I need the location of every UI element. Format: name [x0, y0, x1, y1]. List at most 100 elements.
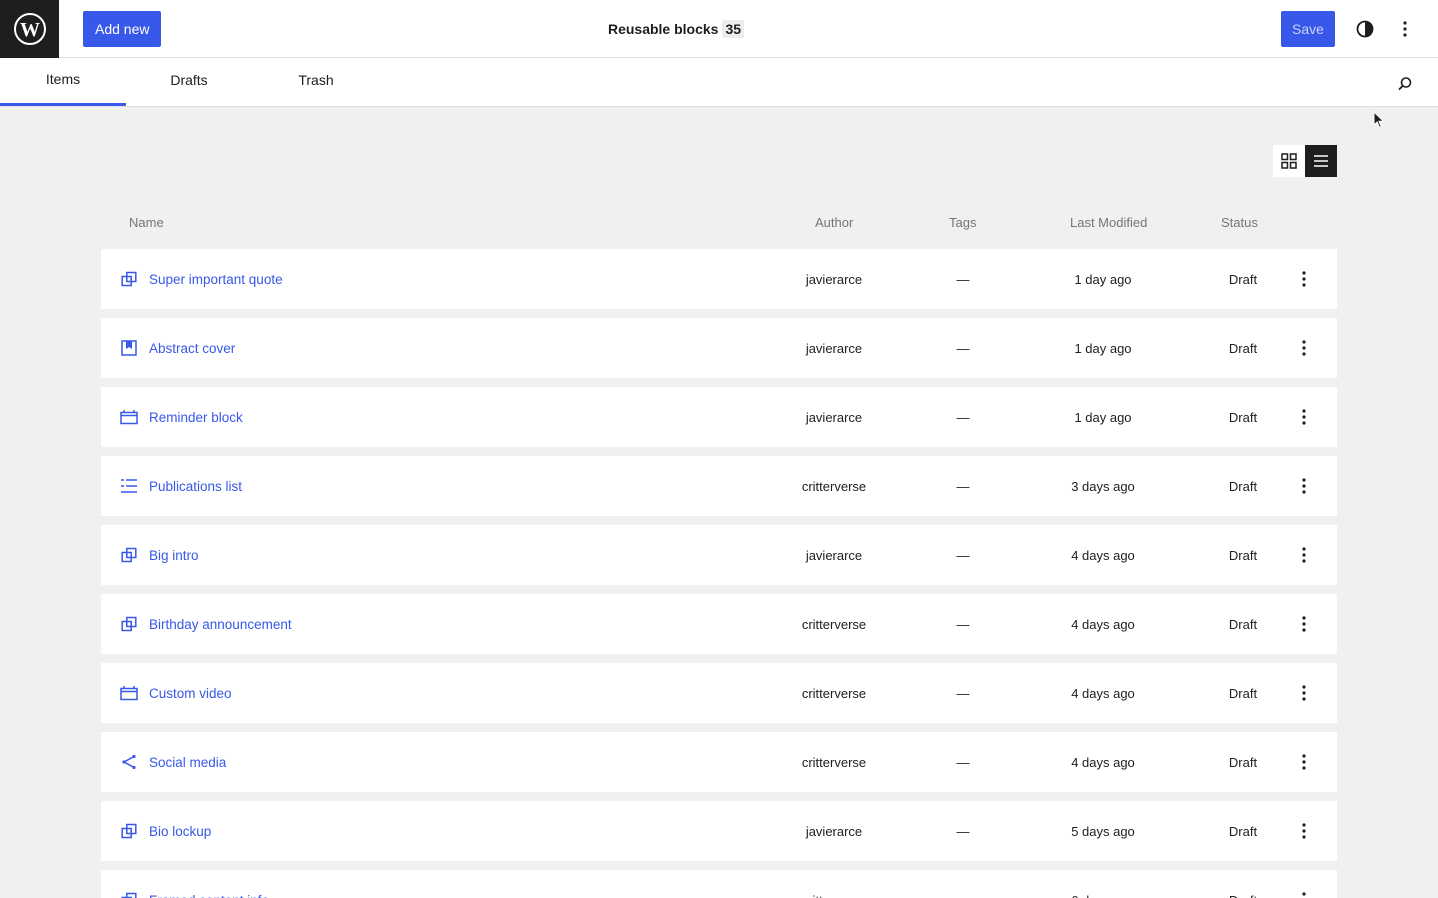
style-toggle-icon[interactable] — [1350, 11, 1380, 47]
page-title-text: Reusable blocks — [607, 21, 719, 37]
table-row[interactable]: Super important quote javierarce — 1 day ag… — [101, 249, 1337, 309]
row-actions-icon[interactable] — [1291, 387, 1317, 447]
tab-label: Items — [45, 70, 81, 87]
status-cell: Draft — [1228, 754, 1258, 770]
row-actions-icon[interactable] — [1291, 732, 1317, 792]
save-button[interactable]: Save — [1281, 11, 1335, 47]
last-modified-cell: 3 days ago — [1071, 478, 1135, 494]
last-modified-cell: 5 days ago — [1071, 823, 1135, 839]
duplicate-icon — [119, 801, 139, 861]
list-view-icon — [1314, 155, 1328, 167]
tags-cell: — — [956, 547, 970, 563]
last-modified-cell: 6 days ago — [1033, 870, 1173, 898]
pattern-name-link[interactable]: Super important quote — [149, 249, 283, 309]
mouse-cursor-icon — [1373, 111, 1385, 129]
tags-cell: — — [956, 340, 970, 356]
pattern-name-link[interactable]: Reminder block — [149, 387, 243, 447]
status-cell: Draft — [1228, 685, 1258, 701]
column-header-status[interactable]: Status — [1221, 215, 1258, 230]
list-view-button[interactable] — [1305, 145, 1337, 177]
duplicate-icon — [119, 870, 139, 898]
tab-trash[interactable]: Trash — [253, 58, 379, 106]
calendar-icon — [119, 663, 139, 723]
status-cell: Draft — [1228, 271, 1258, 287]
row-actions-icon[interactable] — [1291, 318, 1317, 378]
table-row[interactable]: Reminder block javierarce — 1 day ago Draft — [101, 387, 1337, 447]
calendar-icon — [119, 387, 139, 447]
row-actions-icon[interactable] — [1291, 525, 1317, 585]
tab-bar: Items Drafts Trash — [0, 58, 1438, 107]
table-row[interactable]: Framed content info critterverse— 6 days a… — [101, 870, 1337, 898]
author-cell: critterverse — [751, 870, 917, 898]
last-modified-cell: 4 days ago — [1071, 547, 1135, 563]
grid-view-button[interactable] — [1273, 145, 1305, 177]
duplicate-icon — [119, 594, 139, 654]
tags-cell: — — [913, 870, 1013, 898]
duplicate-icon — [119, 249, 139, 309]
pattern-name-link[interactable]: Publications list — [149, 456, 242, 516]
tags-cell: — — [956, 754, 970, 770]
row-actions-icon[interactable] — [1291, 801, 1317, 861]
table-row[interactable]: Birthday announcement critterverse — 4 days… — [101, 594, 1337, 654]
table-row[interactable]: Bio lockup javierarce — 5 days ago Draft — [101, 801, 1337, 861]
tags-cell: — — [956, 409, 970, 425]
row-actions-icon[interactable] — [1291, 249, 1317, 309]
list-icon — [119, 456, 139, 516]
more-options-icon[interactable] — [1390, 11, 1420, 47]
pattern-name-link[interactable]: Bio lockup — [149, 801, 211, 861]
count-badge: 35 — [722, 20, 745, 38]
pattern-name-link[interactable]: Abstract cover — [149, 318, 235, 378]
last-modified-cell: 4 days ago — [1071, 754, 1135, 770]
pattern-name-link[interactable]: Big intro — [149, 525, 199, 585]
tags-cell: — — [956, 823, 970, 839]
author-cell: critterverse — [801, 754, 867, 770]
author-cell: javierarce — [805, 409, 863, 425]
pattern-name-link[interactable]: Birthday announcement — [149, 594, 292, 654]
last-modified-cell: 1 day ago — [1074, 340, 1132, 356]
pattern-name-link[interactable]: Social media — [149, 732, 226, 792]
last-modified-cell: 4 days ago — [1071, 616, 1135, 632]
status-cell: Draft — [1228, 547, 1258, 563]
pattern-name-link[interactable]: Custom video — [149, 663, 232, 723]
row-actions-icon[interactable] — [1291, 663, 1317, 723]
tab-items[interactable]: Items — [0, 58, 126, 106]
column-header-name[interactable]: Name — [129, 215, 164, 230]
share-icon — [119, 732, 139, 792]
column-header-tags[interactable]: Tags — [949, 215, 976, 230]
last-modified-cell: 4 days ago — [1071, 685, 1135, 701]
table-row[interactable]: Abstract cover javierarce — 1 day ago Draft — [101, 318, 1337, 378]
author-cell: critterverse — [801, 685, 867, 701]
cover-icon — [119, 318, 139, 378]
status-cell: Draft — [1228, 616, 1258, 632]
author-cell: javierarce — [805, 340, 863, 356]
search-icon[interactable] — [1392, 71, 1418, 97]
table-row[interactable]: Custom video critterverse — 4 days ago Draft — [101, 663, 1337, 723]
tags-cell: — — [956, 478, 970, 494]
author-cell: javierarce — [805, 547, 863, 563]
duplicate-icon — [119, 525, 139, 585]
author-cell: javierarce — [805, 271, 863, 287]
row-actions-icon[interactable] — [1291, 456, 1317, 516]
status-cell: Draft — [1228, 478, 1258, 494]
tab-drafts[interactable]: Drafts — [126, 58, 252, 106]
row-actions-icon[interactable] — [1291, 870, 1317, 898]
status-cell: Draft — [1228, 823, 1258, 839]
tags-cell: — — [956, 685, 970, 701]
top-bar: W Add new Reusable blocks 35 Save — [0, 0, 1438, 58]
tab-label: Drafts — [170, 72, 208, 88]
author-cell: critterverse — [801, 616, 867, 632]
column-header-last-modified[interactable]: Last Modified — [1070, 215, 1147, 230]
pattern-name-link[interactable]: Framed content info — [149, 870, 269, 898]
status-cell: Draft — [1203, 870, 1283, 898]
last-modified-cell: 1 day ago — [1074, 409, 1132, 425]
tags-cell: — — [956, 271, 970, 287]
column-header-author[interactable]: Author — [815, 215, 853, 230]
tab-label: Trash — [298, 72, 334, 88]
pattern-list: Super important quote javierarce — 1 day ag… — [101, 249, 1337, 898]
author-cell: critterverse — [801, 478, 867, 494]
page-title: Reusable blocks 35 — [0, 0, 1352, 58]
table-row[interactable]: Big intro javierarce — 4 days ago Draft — [101, 525, 1337, 585]
row-actions-icon[interactable] — [1291, 594, 1317, 654]
table-row[interactable]: Social media critterverse — 4 days ago Draft — [101, 732, 1337, 792]
table-row[interactable]: Publications list critterverse — 3 days ago… — [101, 456, 1337, 516]
